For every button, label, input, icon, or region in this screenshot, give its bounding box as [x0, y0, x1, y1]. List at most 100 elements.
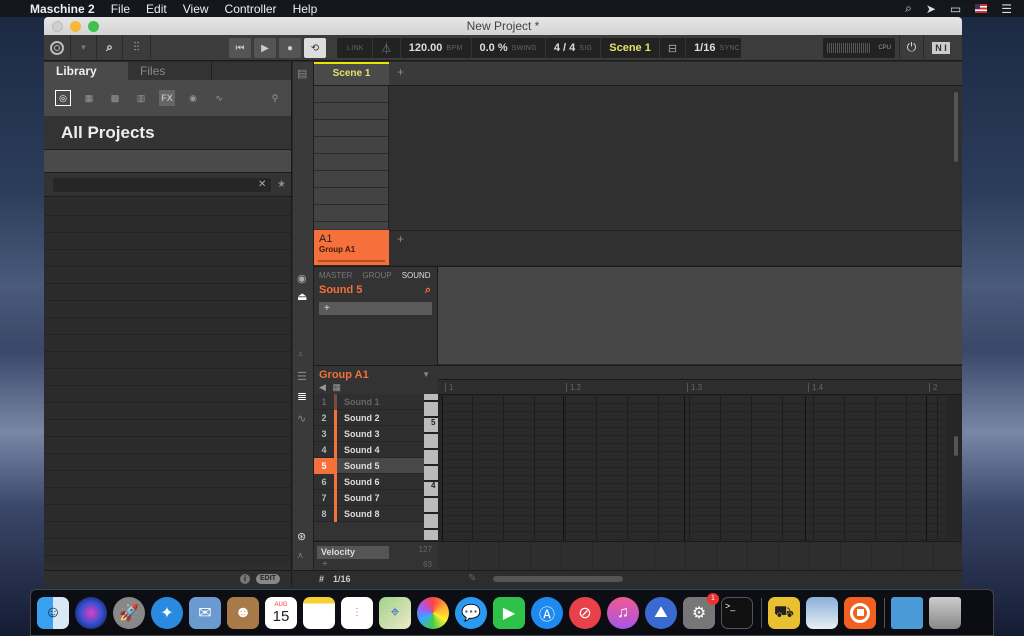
note-grid[interactable] [442, 396, 946, 541]
tab-library[interactable]: Library [44, 62, 128, 80]
group-slot-a1[interactable]: A1 Group A1 [314, 230, 389, 265]
dock-notes[interactable] [303, 596, 335, 629]
dock-system-preferences[interactable]: ⚙ 1 [683, 592, 719, 629]
library-filter-bar[interactable] [44, 150, 291, 173]
dock-transmit[interactable]: ⛟ [768, 596, 800, 629]
sound-row[interactable]: 8 Sound 8 [314, 505, 438, 522]
menu-view[interactable]: View [183, 2, 209, 16]
sound-row[interactable]: 1 Sound 1 [314, 393, 438, 410]
dock-news[interactable]: ⊘ [569, 596, 601, 629]
sound-icon[interactable]: ▩ [107, 90, 123, 106]
metronome-button[interactable]: ⏃ [373, 38, 401, 58]
pattern-length-bar[interactable] [438, 366, 962, 380]
add-modulation-button[interactable]: + [322, 559, 328, 570]
follow-button[interactable]: ⊟ [660, 38, 687, 58]
dock-safari[interactable]: ✦ [151, 596, 183, 629]
instrument-icon[interactable]: ▥ [133, 90, 149, 106]
link-toggle[interactable]: LINK [337, 38, 373, 58]
sound-row[interactable]: 6 Sound 6 [314, 473, 438, 490]
flag-icon[interactable] [975, 4, 988, 13]
sound-row[interactable]: 5 Sound 5 [314, 457, 438, 474]
dock-finder[interactable]: ☺ [37, 596, 69, 629]
menu-edit[interactable]: Edit [146, 2, 167, 16]
keyboard-view-icon[interactable]: ≣ [297, 389, 307, 403]
restart-button[interactable]: ⏮ [229, 38, 251, 58]
velocity-modulation-icon[interactable]: ⊛ [297, 530, 306, 543]
timeline-ruler[interactable]: 1 1.2 1.3 1.4 2 [438, 380, 962, 395]
group-icon[interactable]: ▦ [81, 90, 97, 106]
dock-contacts[interactable]: ☻ [227, 596, 259, 629]
library-results-list[interactable] [44, 199, 291, 565]
user-icon[interactable]: ⚲ [267, 90, 283, 106]
browser-button[interactable]: ⌕ [97, 34, 123, 61]
play-button[interactable]: ▶ [254, 38, 276, 58]
ideas-view-icon[interactable]: ▤ [297, 67, 307, 80]
display-icon[interactable]: ▭ [950, 2, 961, 16]
menu-help[interactable]: Help [293, 2, 318, 16]
tab-master[interactable]: MASTER [319, 271, 352, 280]
dock-messages[interactable]: 💬 [455, 596, 487, 629]
scene-display[interactable]: Scene 1 [601, 38, 660, 58]
clear-icon[interactable]: ✕ [258, 179, 266, 190]
scene-tab[interactable]: Scene 1 [314, 62, 389, 85]
edit-button[interactable]: EDIT [256, 574, 280, 584]
fx-icon[interactable]: FX [159, 90, 175, 106]
arranger-timeline[interactable] [389, 86, 962, 229]
menu-file[interactable]: File [111, 2, 130, 16]
sync-field[interactable]: 1/16 SYNC [686, 38, 748, 58]
power-button[interactable]: ⏻ [899, 34, 924, 61]
project-icon[interactable]: ◎ [55, 90, 71, 106]
pencil-icon[interactable]: ✎ [468, 573, 476, 584]
loop-icon[interactable]: ◉ [185, 90, 201, 106]
record-button[interactable]: ● [279, 38, 301, 58]
plugin-icon[interactable]: ⏏ [297, 290, 307, 303]
dock-folder[interactable] [891, 596, 923, 629]
tempo-field[interactable]: 120.00 BPM [401, 38, 472, 58]
ni-logo[interactable]: N I [925, 35, 957, 61]
cursor-icon[interactable]: ➤ [926, 2, 936, 16]
dock-launchpad[interactable]: 🚀 [113, 596, 145, 629]
signature-field[interactable]: 4 / 4 SIG [546, 38, 602, 58]
loop-button[interactable]: ⟲ [304, 38, 326, 58]
grid-resolution[interactable]: 1/16 [333, 574, 351, 584]
dock-photos[interactable] [417, 596, 449, 629]
sound-row[interactable]: 2 Sound 2 [314, 409, 438, 426]
dock-calendar[interactable]: AUG 15 [265, 596, 297, 629]
dock-reminders[interactable]: ⋮ [341, 596, 373, 629]
dock-itunes[interactable]: ♫ [607, 596, 639, 629]
add-scene-button[interactable]: + [389, 62, 404, 85]
tab-sound[interactable]: SOUND [402, 271, 431, 280]
chevron-down-icon[interactable]: ▼ [422, 370, 430, 379]
group-name[interactable]: Group A1 [319, 369, 369, 381]
dock-preview[interactable] [806, 596, 838, 629]
dock-terminal[interactable]: >_ [721, 596, 753, 629]
favorite-star-icon[interactable]: ★ [277, 179, 286, 190]
scene-clip-cells[interactable] [314, 86, 389, 229]
menu-dropdown-button[interactable]: ▼ [71, 34, 97, 61]
sound-row[interactable]: 3 Sound 3 [314, 425, 438, 442]
library-search-input[interactable] [53, 177, 271, 192]
add-group-button[interactable]: + [389, 232, 404, 246]
swing-field[interactable]: 0.0 % SWING [472, 38, 546, 58]
search-plugin-icon[interactable]: ⌕ [425, 284, 431, 297]
arranger-scrollbar[interactable] [954, 92, 958, 162]
dock-facetime[interactable]: ▶ [493, 596, 525, 629]
sound-row[interactable]: 4 Sound 4 [314, 441, 438, 458]
maschine-logo-button[interactable] [44, 34, 71, 61]
info-button[interactable]: i [240, 574, 250, 584]
piano-keyboard[interactable]: 5 4 [424, 394, 438, 540]
list-icon[interactable]: ☰ [1001, 2, 1012, 16]
add-plugin-slot[interactable]: + [319, 302, 432, 315]
pattern-view-icon[interactable]: ☰ [297, 370, 307, 383]
speaker-icon[interactable]: ◀ [319, 382, 326, 392]
collapse-icon[interactable]: ⩡ [298, 349, 303, 360]
dock-maps[interactable]: ⌖ [379, 596, 411, 629]
dock-app-store[interactable]: Ⓐ [531, 596, 563, 629]
grid-scrollbar[interactable] [954, 436, 958, 456]
velocity-selector[interactable]: Velocity [317, 546, 389, 559]
channel-icon[interactable]: ◉ [297, 272, 307, 285]
mixer-button[interactable]: ⫶⫶ [123, 34, 151, 61]
horizontal-scrollbar[interactable] [493, 576, 623, 582]
dock-trash[interactable] [929, 596, 961, 629]
dock-maschine[interactable] [844, 596, 876, 629]
